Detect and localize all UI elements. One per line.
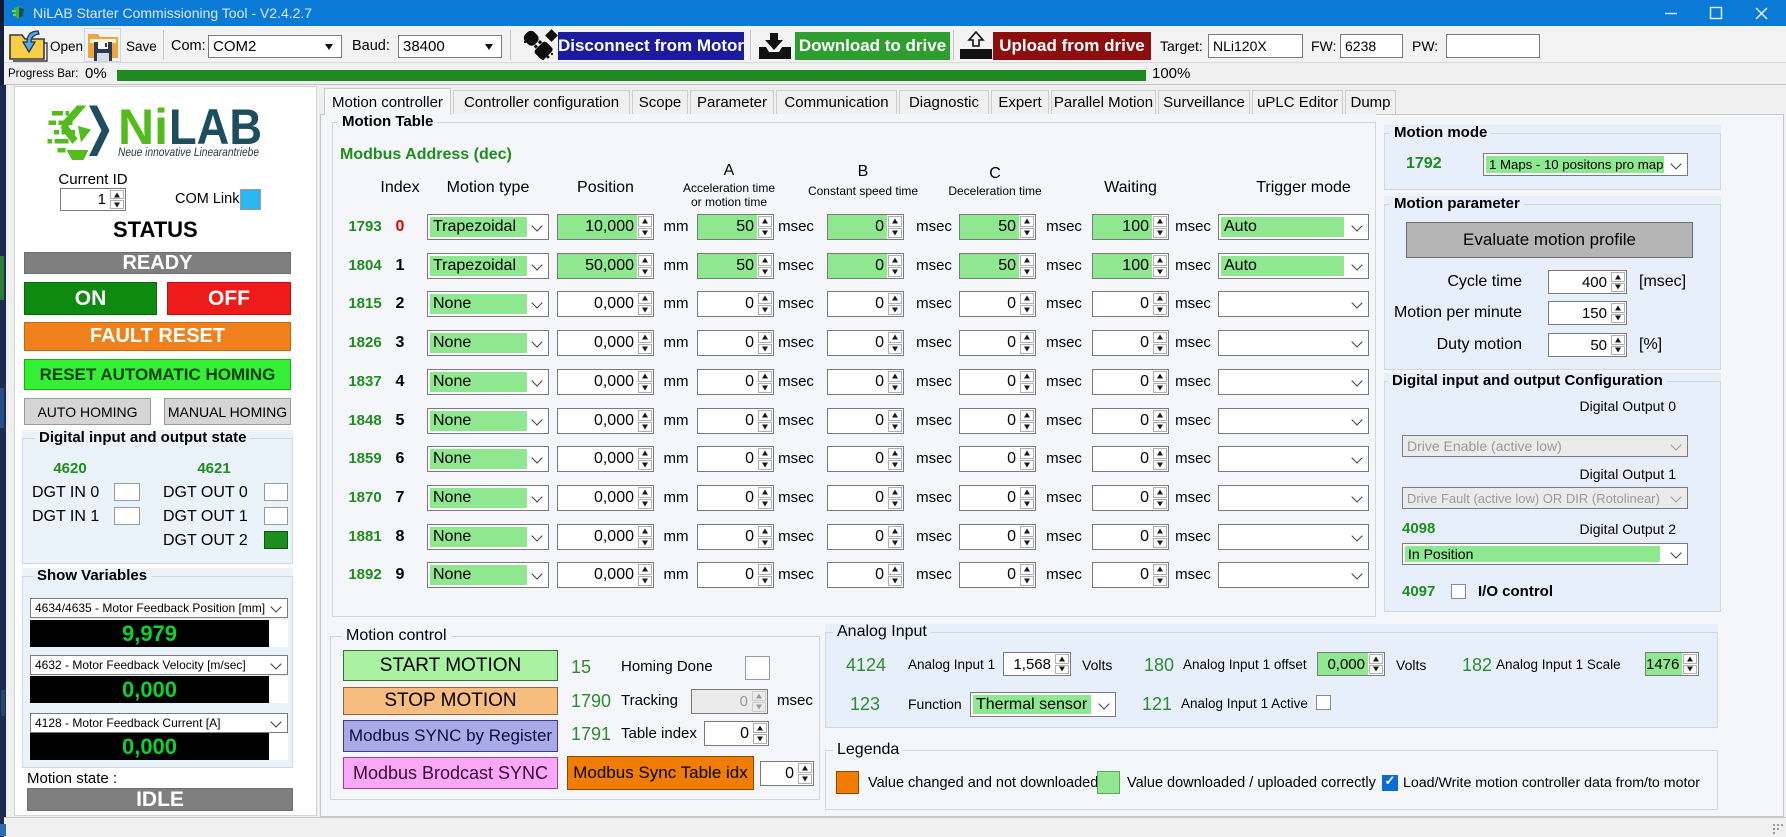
svg-text:Neue innovative Linearantriebe: Neue innovative Linearantriebe [118, 145, 259, 159]
